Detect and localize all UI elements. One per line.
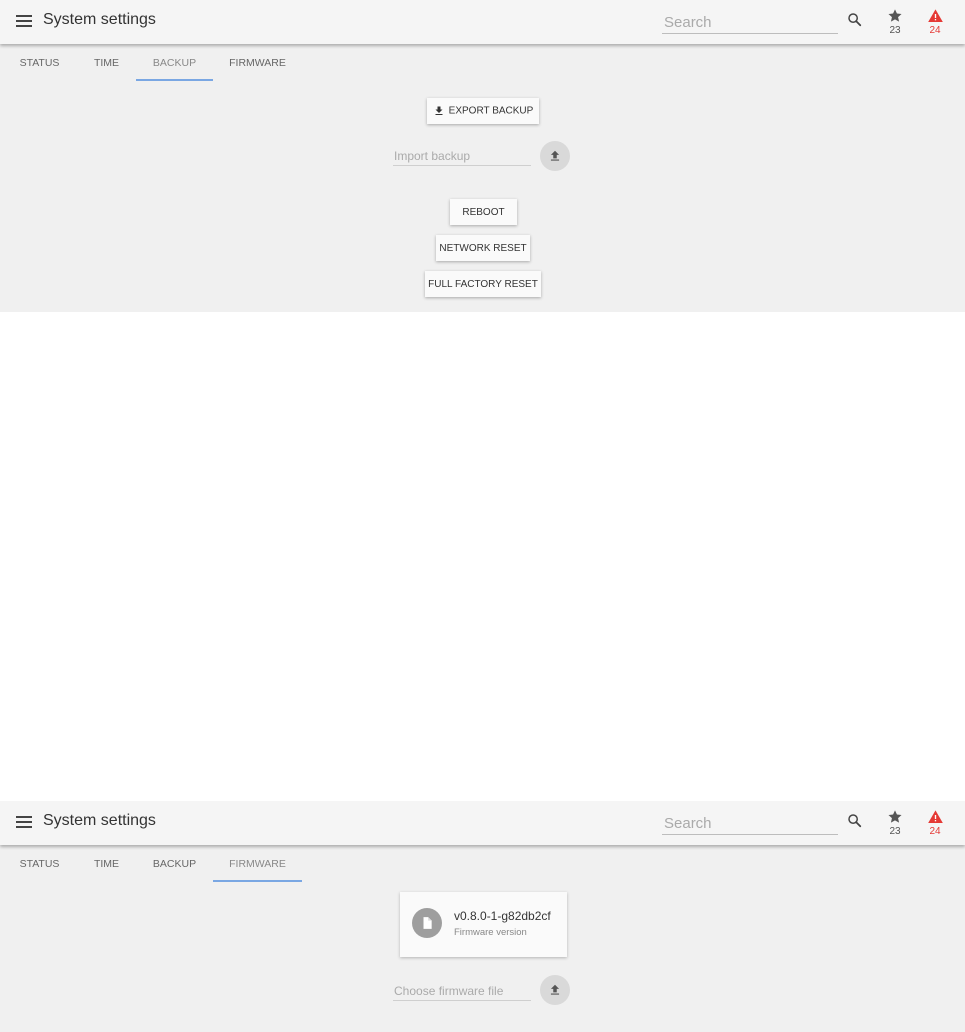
app-bar: System settings 23 24 <box>0 801 965 845</box>
import-backup-input[interactable] <box>393 147 531 166</box>
firmware-version-card: v0.8.0-1-g82db2cf Firmware version <box>400 892 567 957</box>
file-icon <box>423 917 432 929</box>
tab-time[interactable]: Time <box>79 50 134 79</box>
favorites-button[interactable]: 23 <box>880 809 910 837</box>
tab-status[interactable]: Status <box>0 851 79 880</box>
favorites-button[interactable]: 23 <box>880 8 910 36</box>
page-title: System settings <box>43 812 156 829</box>
warning-icon <box>927 810 943 823</box>
upload-icon <box>550 984 560 995</box>
backup-screen: System settings 23 24 Status Time Backup… <box>0 0 965 312</box>
file-icon-avatar <box>412 908 442 938</box>
firmware-upload-button[interactable] <box>540 975 570 1005</box>
export-backup-label: Export backup <box>448 105 534 117</box>
warning-icon <box>927 9 943 22</box>
tab-backup[interactable]: Backup <box>136 50 213 81</box>
favorites-count: 23 <box>889 826 901 837</box>
favorites-count: 23 <box>889 25 901 36</box>
search-icon[interactable] <box>846 812 864 830</box>
export-backup-button[interactable]: Export backup <box>427 98 539 124</box>
search-icon[interactable] <box>846 11 864 29</box>
upload-icon <box>550 150 560 161</box>
reboot-button[interactable]: Reboot <box>450 199 517 225</box>
alerts-count: 24 <box>929 826 941 837</box>
tab-backup[interactable]: Backup <box>136 851 213 880</box>
factory-reset-button[interactable]: Full factory reset <box>425 271 541 297</box>
firmware-screen: System settings 23 24 Status Time Backup… <box>0 801 965 1032</box>
download-icon <box>435 106 443 115</box>
tab-firmware[interactable]: Firmware <box>213 851 302 882</box>
menu-icon[interactable] <box>16 814 32 830</box>
alerts-button[interactable]: 24 <box>920 8 950 36</box>
alerts-button[interactable]: 24 <box>920 809 950 837</box>
search-input[interactable] <box>662 11 838 34</box>
tab-time[interactable]: Time <box>79 851 134 880</box>
firmware-version-label: Firmware version <box>454 927 527 938</box>
network-reset-button[interactable]: Network reset <box>436 235 530 261</box>
search-input[interactable] <box>662 812 838 835</box>
firmware-file-input[interactable] <box>393 982 531 1001</box>
firmware-version: v0.8.0-1-g82db2cf <box>454 909 551 923</box>
tab-status[interactable]: Status <box>0 50 79 79</box>
alerts-count: 24 <box>929 25 941 36</box>
menu-icon[interactable] <box>16 13 32 29</box>
star-icon <box>888 810 902 823</box>
page-title: System settings <box>43 11 156 28</box>
import-upload-button[interactable] <box>540 141 570 171</box>
tab-firmware[interactable]: Firmware <box>215 50 300 79</box>
star-icon <box>888 9 902 22</box>
app-bar: System settings 23 24 <box>0 0 965 44</box>
